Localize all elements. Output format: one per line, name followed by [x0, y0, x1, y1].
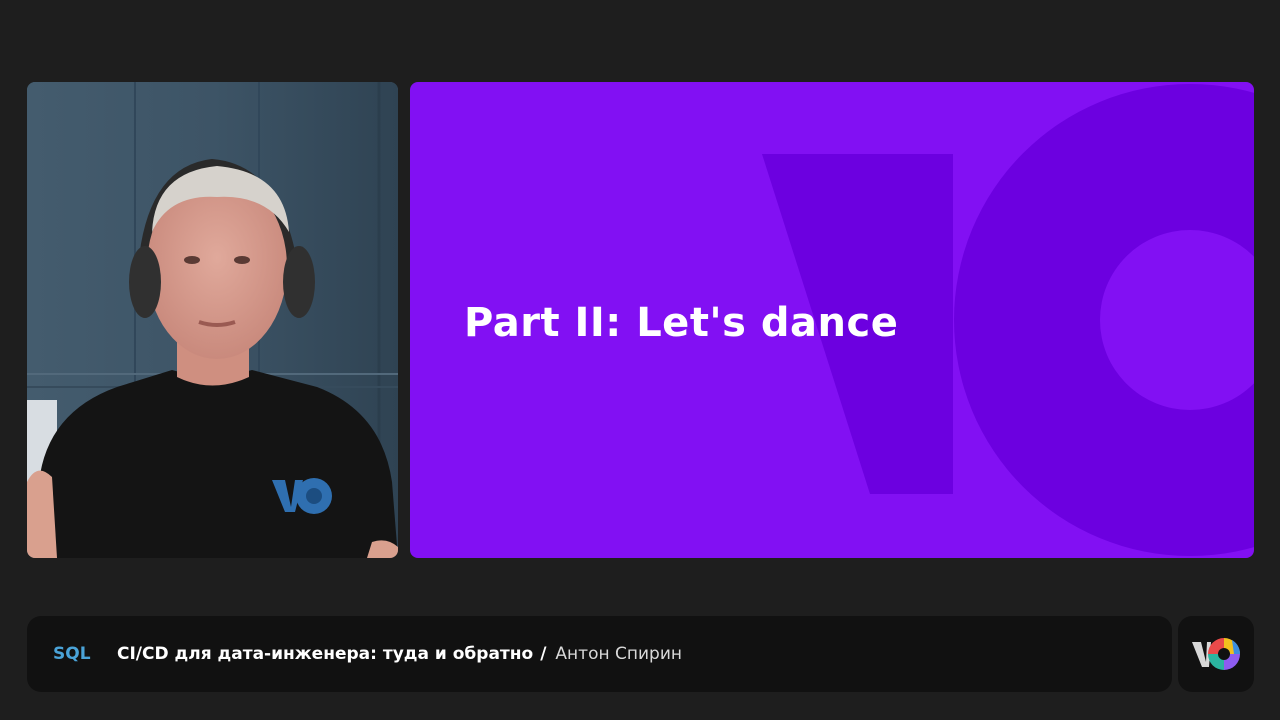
lower-third-caption-bar: SQL CI/CD для дата-инженера: туда и обра… [27, 616, 1172, 692]
slide-title: Part II: Let's dance [464, 300, 899, 346]
speaker-webcam-feed [27, 82, 398, 558]
speaker-name: Антон Спирин [555, 644, 682, 664]
topic-tag: SQL [53, 644, 91, 664]
vo-brand-logo-icon [1192, 638, 1241, 670]
video-player-frame: Part II: Let's dance SQL CI/CD для дата-… [0, 0, 1280, 720]
talk-title: CI/CD для дата-инженера: туда и обратно [117, 644, 534, 664]
brand-logo-box [1178, 616, 1254, 692]
title-separator: / [540, 644, 547, 664]
presentation-slide: Part II: Let's dance [410, 82, 1254, 558]
speaker-video-image [27, 82, 398, 558]
